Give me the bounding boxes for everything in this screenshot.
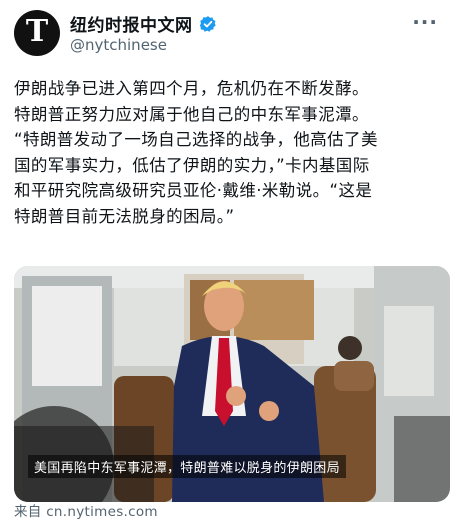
tweet-text: 伊朗战争已进入第四个月，危机仍在不断发酵。 特朗普正努力应对属于他自己的中东军事… <box>14 76 454 229</box>
verified-badge-icon <box>199 15 216 32</box>
tweet: T 纽约时报中文网 @nytchinese ··· 伊朗战争已进入第四个月，危机… <box>0 0 464 520</box>
avatar-logo: T <box>25 14 49 49</box>
tweet-text-line: “特朗普发动了一场自己选择的战争，他高估了美 <box>14 130 378 149</box>
link-card-source[interactable]: 来自 cn.nytimes.com <box>14 500 158 520</box>
author-row: 纽约时报中文网 <box>70 11 217 36</box>
tweet-text-line: 特朗普目前无法脱身的困局。” <box>14 206 235 226</box>
display-name[interactable]: 纽约时报中文网 <box>70 11 193 36</box>
media-caption: 美国再陷中东军事泥潭，特朗普难以脱身的伊朗困局 <box>28 455 346 478</box>
avatar[interactable]: T <box>14 10 60 56</box>
tweet-text-line: 国的军事实力，低估了伊朗的实力，”卡内基国际 <box>14 155 370 175</box>
more-options-icon[interactable]: ··· <box>412 10 438 34</box>
tweet-text-line: 伊朗战争已进入第四个月，危机仍在不断发酵。 <box>14 79 369 98</box>
tweet-text-line: 特朗普正努力应对属于他自己的中东军事泥潭。 <box>14 104 369 124</box>
handle[interactable]: @nytchinese <box>70 36 167 54</box>
tweet-text-line: 和平研究院高级研究员亚伦·戴维·米勒说。“这是 <box>14 181 373 200</box>
